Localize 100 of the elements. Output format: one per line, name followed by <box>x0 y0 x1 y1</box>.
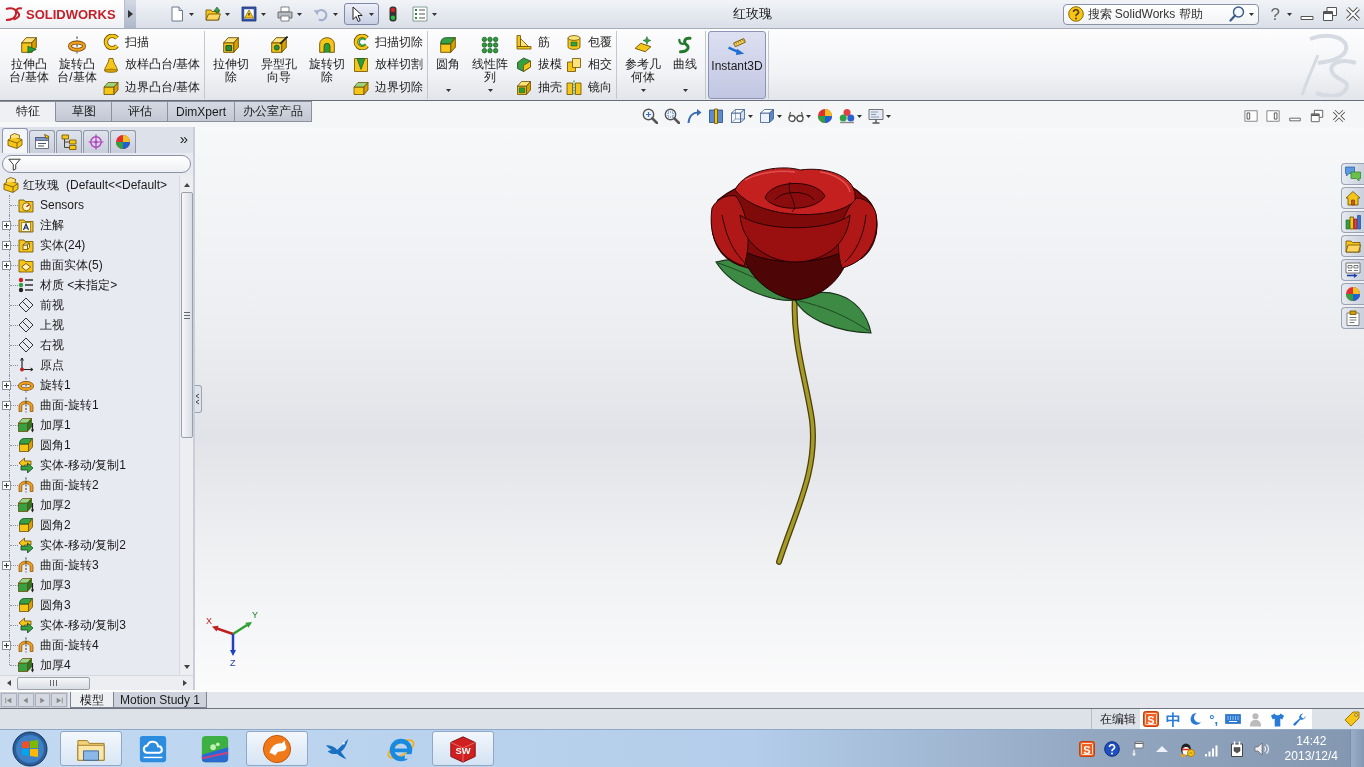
help-circle-icon[interactable] <box>1103 740 1120 757</box>
ribbon-tab[interactable]: 评估 <box>112 101 168 122</box>
tree-item[interactable]: 上视 <box>40 316 64 334</box>
taskbar-app-button[interactable] <box>60 731 122 766</box>
split-cylinder-icon[interactable] <box>708 108 724 124</box>
ribbon-button[interactable]: 筋 <box>514 31 565 54</box>
task-pane-tab[interactable] <box>1341 211 1364 233</box>
task-pane-tab[interactable] <box>1341 307 1364 329</box>
restore-icon[interactable] <box>1322 6 1338 22</box>
close-icon[interactable] <box>1332 109 1346 123</box>
search-field[interactable]: 搜索 SolidWorks 帮助 <box>1062 3 1259 25</box>
tree-item[interactable]: 曲面实体(5) <box>40 256 103 274</box>
model-tab[interactable]: Motion Study 1 <box>114 692 208 708</box>
more-tabs-button[interactable]: » <box>176 130 191 150</box>
ribbon-button[interactable]: 线性阵列 <box>466 31 515 99</box>
task-pane-tab[interactable] <box>1341 187 1364 209</box>
help-button[interactable]: ? <box>1270 5 1280 23</box>
speaker-icon[interactable] <box>1253 740 1270 757</box>
tree-item[interactable]: 材质 <未指定> <box>40 276 118 294</box>
model-tab[interactable]: 模型 <box>70 692 114 708</box>
tree-root-label[interactable]: 红玫瑰 <box>23 176 59 194</box>
select-button[interactable] <box>344 3 379 25</box>
tag-icon[interactable] <box>1344 711 1360 727</box>
tree-item[interactable]: 曲面-旋转1 <box>40 396 99 414</box>
ribbon-tab[interactable]: 草图 <box>56 101 112 122</box>
expand-box-icon[interactable] <box>1 380 11 390</box>
moon-icon[interactable] <box>1188 712 1203 726</box>
panel-collapse-handle[interactable] <box>195 385 202 413</box>
tree-item[interactable]: 实体-移动/复制3 <box>40 616 126 634</box>
shirt-icon[interactable] <box>1270 711 1285 727</box>
input-mode-toggle[interactable]: 中 <box>1166 711 1182 727</box>
tree-item[interactable]: 实体-移动/复制2 <box>40 536 126 554</box>
ribbon-button[interactable]: 镜向 <box>564 76 615 99</box>
restore-icon[interactable] <box>1310 109 1324 123</box>
ribbon-button[interactable]: 拉伸凸台/基体 <box>5 31 53 99</box>
ribbon-button[interactable]: 拉伸切除 <box>207 31 256 99</box>
ribbon-tab[interactable]: DimXpert <box>168 101 235 122</box>
expand-box-icon[interactable] <box>1 260 11 270</box>
ribbon-button[interactable]: 拔模 <box>514 54 565 76</box>
ribbon-button[interactable]: 旋转切除 <box>303 31 352 99</box>
app-menu-button[interactable]: SOLIDWORKS <box>0 0 125 28</box>
ribbon-button[interactable]: Instant3D <box>708 31 766 99</box>
ribbon-button[interactable]: 边界切除 <box>351 76 426 99</box>
zoom-icon[interactable] <box>664 108 680 124</box>
scroll-thumb[interactable] <box>17 676 90 690</box>
ribbon-button[interactable]: 旋转凸台/基体 <box>53 31 101 99</box>
expand-box-icon[interactable] <box>1 220 11 230</box>
tree-item[interactable]: 前视 <box>40 296 64 314</box>
ribbon-button[interactable]: 边界凸台/基体 <box>101 76 203 99</box>
tree-item[interactable]: 加厚1 <box>40 416 71 434</box>
ribbon-button[interactable]: 抽壳 <box>514 76 565 99</box>
ribbon-button[interactable]: 相交 <box>564 54 615 76</box>
expand-box-icon[interactable] <box>1 560 11 570</box>
tree-item[interactable]: 曲面-旋转3 <box>40 556 99 574</box>
ribbon-button[interactable]: 放样切割 <box>351 54 426 76</box>
task-pane-tab[interactable] <box>1341 259 1364 281</box>
ribbon-tab[interactable]: 特征 <box>0 101 56 122</box>
tree-item[interactable]: 圆角3 <box>40 596 71 614</box>
tile-right-icon[interactable] <box>1266 109 1280 123</box>
filter-field[interactable] <box>2 155 191 173</box>
expand-box-icon[interactable] <box>1 480 11 490</box>
three-spheres-icon[interactable] <box>839 108 855 124</box>
tile-left-icon[interactable] <box>1244 109 1258 123</box>
panel-tab[interactable] <box>83 130 109 153</box>
graphics-viewport[interactable]: X Y Z <box>195 127 1364 690</box>
ribbon-tab[interactable]: 办公室产品 <box>235 101 312 122</box>
shaded-cube-icon[interactable] <box>759 108 775 124</box>
tree-item[interactable]: 加厚3 <box>40 576 71 594</box>
tree-item[interactable]: 注解 <box>40 216 64 234</box>
ribbon-button[interactable]: 圆角 <box>430 31 467 99</box>
tree-item[interactable]: 实体(24) <box>40 236 86 254</box>
tree-item[interactable]: 加厚2 <box>40 496 71 514</box>
wire-cube-icon[interactable] <box>730 108 746 124</box>
task-pane-tab[interactable] <box>1341 283 1364 305</box>
expand-box-icon[interactable] <box>1 400 11 410</box>
tree-item[interactable]: 原点 <box>40 356 64 374</box>
horizontal-scrollbar[interactable] <box>0 675 193 690</box>
tree-item[interactable]: 实体-移动/复制1 <box>40 456 126 474</box>
ribbon-button[interactable]: 包覆 <box>564 31 615 54</box>
tree-item[interactable]: 曲面-旋转2 <box>40 476 99 494</box>
search-icon[interactable] <box>1228 6 1245 22</box>
taskbar-app-button[interactable] <box>246 731 308 766</box>
tree-item[interactable]: 右视 <box>40 336 64 354</box>
tree-item[interactable]: Sensors <box>40 198 85 212</box>
task-pane-tab[interactable] <box>1341 235 1364 257</box>
vertical-scrollbar[interactable] <box>179 175 193 675</box>
panel-tab[interactable] <box>2 128 28 153</box>
tree-item[interactable]: 圆角1 <box>40 436 71 454</box>
plug-icon[interactable] <box>1228 740 1245 757</box>
ribbon-button[interactable]: 放样凸台/基体 <box>101 54 203 76</box>
wrench-icon[interactable] <box>1292 711 1307 727</box>
menu-flyout-button[interactable] <box>125 0 136 28</box>
tree-item[interactable]: 加厚4 <box>40 656 71 674</box>
panel-tab[interactable] <box>56 130 82 153</box>
ribbon-button[interactable]: 曲线 <box>667 31 704 99</box>
ribbon-button[interactable]: 异型孔向导 <box>255 31 304 99</box>
keyboard-icon[interactable] <box>1225 711 1241 727</box>
scroll-thumb[interactable] <box>180 192 193 438</box>
taskbar-app-button[interactable]: SW <box>432 731 494 766</box>
zoom-icon[interactable] <box>642 108 658 124</box>
